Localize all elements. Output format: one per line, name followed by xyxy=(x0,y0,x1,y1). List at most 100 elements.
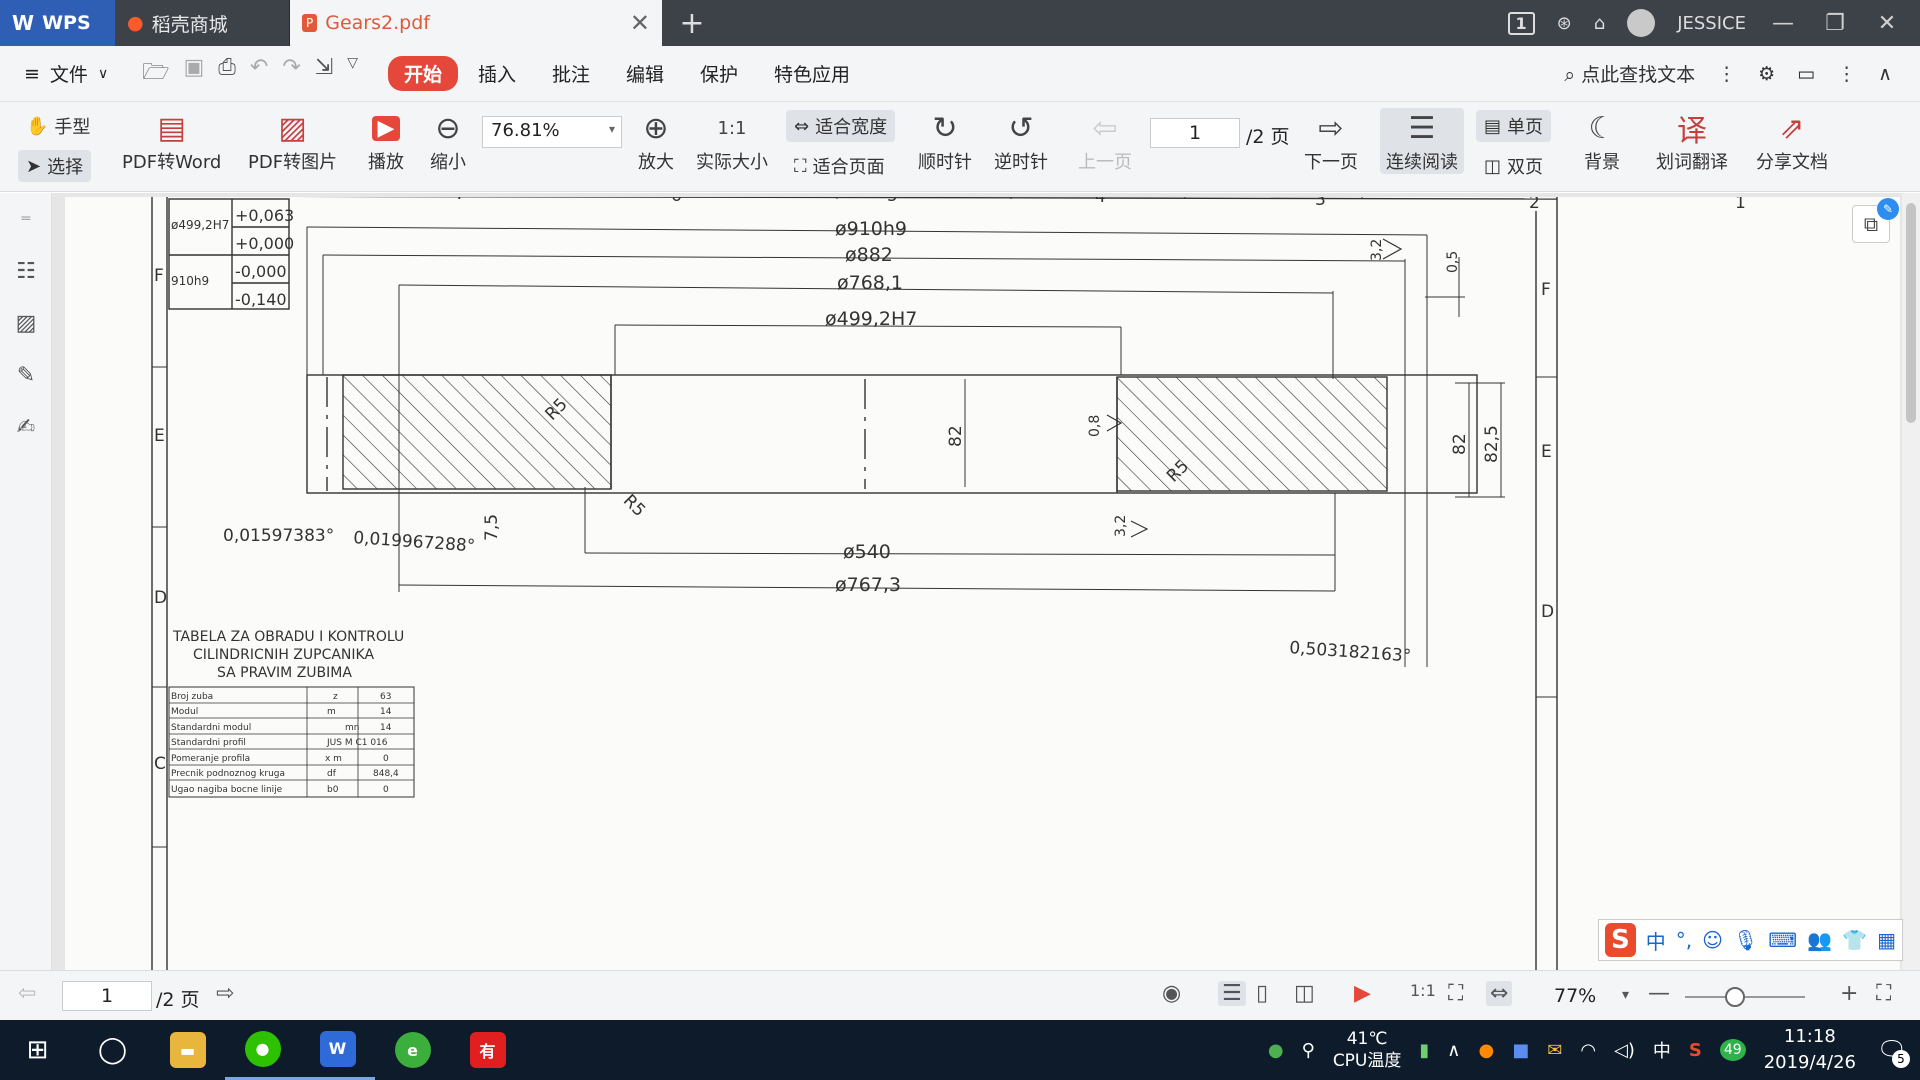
more-options-icon[interactable]: ⋮ xyxy=(1717,63,1736,85)
more-menu-icon[interactable]: ⋮ xyxy=(1837,63,1856,85)
single-page-button[interactable]: ▤ 单页 xyxy=(1476,110,1552,142)
tab-insert[interactable]: 插入 xyxy=(462,56,532,91)
fit-width-button[interactable]: ⇔ 适合宽度 xyxy=(786,110,896,142)
new-tab-button[interactable]: + xyxy=(662,0,722,46)
play-small-icon[interactable]: ▶ xyxy=(1354,981,1371,1006)
tab-annotate[interactable]: 批注 xyxy=(536,56,606,91)
scrollbar-thumb[interactable] xyxy=(1906,203,1916,423)
prev-page-button[interactable]: ⇦ 上一页 xyxy=(1078,108,1132,174)
zoom-slider[interactable] xyxy=(1685,996,1805,998)
share-document-button[interactable]: ⇗ 分享文档 xyxy=(1756,108,1828,174)
actual-size-button[interactable]: 1:1 实际大小 xyxy=(696,108,768,174)
print-icon[interactable]: ⎙ xyxy=(218,55,236,93)
fit-width-small-icon[interactable]: ⇔ xyxy=(1486,981,1513,1006)
cortana-button[interactable]: ◯ xyxy=(75,1020,150,1080)
user-name[interactable]: JESSICE xyxy=(1677,13,1746,34)
fit-page-small-icon[interactable]: ⛶ xyxy=(1448,981,1463,1006)
security-icon[interactable]: ● xyxy=(1268,1040,1284,1061)
comment-icon[interactable]: ▭ xyxy=(1797,63,1815,85)
keyboard-icon[interactable]: ⌨ xyxy=(1768,928,1797,952)
background-button[interactable]: ☾ 背景 xyxy=(1580,108,1624,174)
zoom-dropdown-icon[interactable]: ▾ xyxy=(1622,987,1629,1003)
sogou-logo-icon[interactable]: S xyxy=(1605,923,1636,957)
select-tool-button[interactable]: ➤ 选择 xyxy=(18,150,92,182)
status-page-input[interactable]: 1 xyxy=(62,981,152,1011)
start-button[interactable]: ⊞ xyxy=(0,1020,75,1080)
page-number-input[interactable]: 1 xyxy=(1150,118,1240,148)
zoom-out-button[interactable]: ⊖ 缩小 xyxy=(426,108,470,174)
double-view-icon[interactable]: ◫ xyxy=(1294,981,1315,1006)
battery-icon[interactable]: ▮ xyxy=(1419,1040,1429,1061)
punctuation-icon[interactable]: °, xyxy=(1676,928,1692,952)
actual-size-small-icon[interactable]: 1:1 xyxy=(1410,981,1436,1000)
file-menu[interactable]: ≡ 文件 ∨ xyxy=(0,60,132,87)
open-folder-icon[interactable]: 🗁 xyxy=(142,55,169,93)
zoom-percentage[interactable]: 77% xyxy=(1554,985,1596,1007)
input-language[interactable]: 中 xyxy=(1653,1037,1671,1063)
tab-protect[interactable]: 保护 xyxy=(684,56,754,91)
thumbnail-icon[interactable]: ▨ xyxy=(0,297,52,349)
tab-document[interactable]: P Gears2.pdf ✕ xyxy=(290,0,662,46)
rotate-counterclockwise-button[interactable]: ↺ 逆时针 xyxy=(994,108,1048,174)
translate-button[interactable]: 译 划词翻译 xyxy=(1656,108,1728,174)
minimize-button[interactable]: — xyxy=(1768,11,1798,36)
tab-features[interactable]: 特色应用 xyxy=(758,56,866,91)
chevron-up-icon[interactable]: ∧ xyxy=(1447,1040,1460,1061)
rotate-clockwise-button[interactable]: ↻ 顺时针 xyxy=(918,108,972,174)
redo-icon[interactable]: ↷ xyxy=(282,55,300,93)
customize-icon[interactable]: ▽ xyxy=(347,55,358,93)
people-icon[interactable]: ⚲ xyxy=(1302,1040,1315,1061)
firefox-icon[interactable]: ● xyxy=(1478,1040,1494,1061)
gear-icon[interactable]: ⚙ xyxy=(1758,63,1775,85)
badge-49[interactable]: 49 xyxy=(1719,1039,1746,1061)
emoji-icon[interactable]: ☺ xyxy=(1702,928,1723,952)
play-button[interactable]: ▶ 播放 xyxy=(364,108,408,174)
zoom-plus-icon[interactable]: + xyxy=(1840,981,1858,1006)
wechat-button[interactable]: ● xyxy=(225,1020,300,1080)
zoom-minus-icon[interactable]: — xyxy=(1648,981,1670,1006)
cube-icon[interactable]: ■ xyxy=(1512,1040,1529,1061)
skin-icon[interactable]: ⊛ xyxy=(1557,13,1572,34)
ime-mode[interactable]: 中 xyxy=(1646,926,1666,955)
outline-icon[interactable]: ☷ xyxy=(0,245,52,297)
next-page-button[interactable]: ⇨ 下一页 xyxy=(1304,108,1358,174)
window-count-badge[interactable]: 1 xyxy=(1507,11,1535,35)
action-center-button[interactable]: 🗨 5 xyxy=(1874,1032,1910,1068)
double-page-button[interactable]: ◫ 双页 xyxy=(1476,150,1551,182)
fullscreen-icon[interactable]: ⛶ xyxy=(1876,981,1891,1006)
export-icon[interactable]: ⇲ xyxy=(315,55,333,93)
zoom-slider-handle[interactable] xyxy=(1725,987,1745,1007)
users-icon[interactable]: 👥 xyxy=(1807,928,1832,952)
sogou-tray-icon[interactable]: S xyxy=(1689,1040,1702,1061)
single-view-icon[interactable]: ▯ xyxy=(1256,981,1268,1006)
prev-page-arrow-icon[interactable]: ⇦ xyxy=(18,981,36,1006)
file-explorer-button[interactable]: ▬ xyxy=(150,1020,225,1080)
grid-icon[interactable]: ▦ xyxy=(1877,928,1896,952)
annotation-icon[interactable]: ✎ xyxy=(0,349,52,401)
youdao-button[interactable]: 有 xyxy=(450,1020,525,1080)
browser-button[interactable]: e xyxy=(375,1020,450,1080)
pdf-to-word-button[interactable]: ▤ PDF转Word xyxy=(122,108,221,174)
zoom-in-button[interactable]: ⊕ 放大 xyxy=(634,108,678,174)
zoom-level-select[interactable]: 76.81% xyxy=(482,116,622,148)
fit-page-button[interactable]: ⛶ 适合页面 xyxy=(786,150,893,182)
undo-icon[interactable]: ↶ xyxy=(250,55,268,93)
continuous-view-icon[interactable]: ☰ xyxy=(1218,981,1246,1006)
eye-care-icon[interactable]: ◉ xyxy=(1162,981,1181,1006)
tab-start[interactable]: 开始 xyxy=(387,56,458,91)
search-text-button[interactable]: ⌕ 点此查找文本 xyxy=(1564,60,1695,87)
tab-wps[interactable]: W WPS xyxy=(0,0,115,46)
collapse-ribbon-icon[interactable]: ∧ xyxy=(1878,63,1892,85)
wps-button[interactable]: W xyxy=(300,1020,375,1080)
shirt-skin-icon[interactable]: 👕 xyxy=(1842,928,1867,952)
close-tab-icon[interactable]: ✕ xyxy=(630,9,650,37)
hand-tool-button[interactable]: ✋ 手型 xyxy=(18,110,98,142)
volume-icon[interactable]: ◁) xyxy=(1614,1040,1635,1061)
cpu-temperature[interactable]: 41℃ CPU温度 xyxy=(1333,1028,1402,1072)
vertical-scrollbar[interactable] xyxy=(1902,193,1920,970)
restore-button[interactable]: ❐ xyxy=(1820,11,1850,36)
pdf-to-image-button[interactable]: ▨ PDF转图片 xyxy=(248,108,337,174)
continuous-reading-button[interactable]: ☰ 连续阅读 xyxy=(1380,108,1464,174)
mail-icon[interactable]: ✉ xyxy=(1547,1040,1562,1061)
next-page-arrow-icon[interactable]: ⇨ xyxy=(216,981,234,1006)
